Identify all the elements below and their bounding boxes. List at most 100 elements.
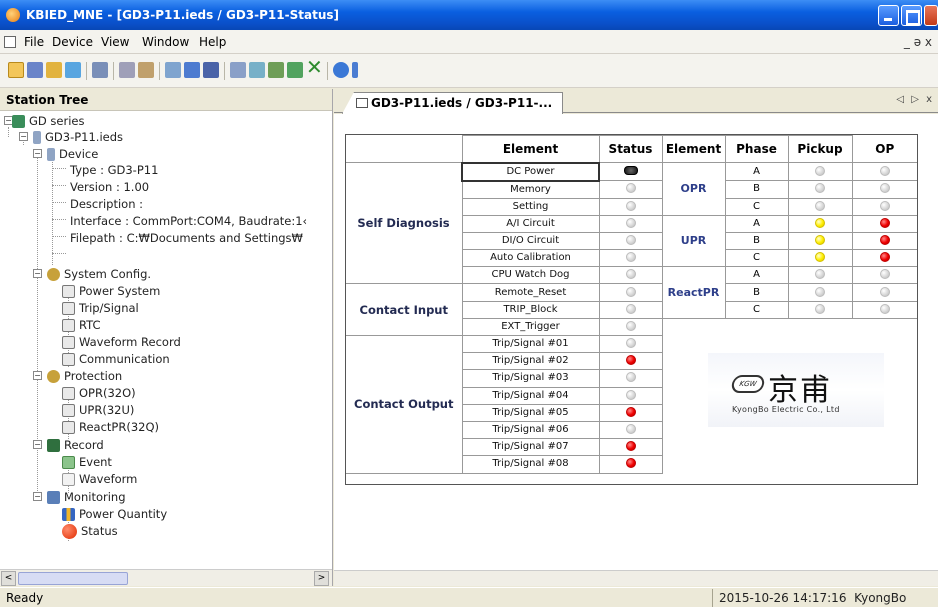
read-icon[interactable] xyxy=(165,62,181,78)
status-led xyxy=(625,372,636,383)
tab-navigation[interactable]: ◁ ▷ x xyxy=(896,94,934,105)
bar-chart-icon xyxy=(62,507,75,521)
close-button[interactable] xyxy=(924,5,938,26)
trend-icon[interactable] xyxy=(268,62,284,78)
record-icon xyxy=(47,438,60,452)
tree-view-icon[interactable] xyxy=(92,62,108,78)
collapse-toggle[interactable]: − xyxy=(33,269,42,278)
pickup-led xyxy=(815,269,825,280)
op-led xyxy=(879,165,890,176)
connect-icon[interactable] xyxy=(119,62,135,78)
tree-node-protection[interactable]: Protection xyxy=(47,368,122,384)
element-name: DC Power xyxy=(461,161,600,182)
op-cell xyxy=(851,283,917,302)
about-icon[interactable] xyxy=(333,62,349,78)
menu-help[interactable]: Help xyxy=(199,35,226,49)
waveform-icon[interactable] xyxy=(249,62,265,78)
tree-node-trip-signal[interactable]: Trip/Signal xyxy=(62,300,139,316)
header-element-protection: Element xyxy=(661,135,726,163)
collapse-toggle[interactable]: − xyxy=(33,371,42,380)
device-file-icon xyxy=(33,130,41,144)
delete-icon[interactable]: ✕ xyxy=(306,57,323,77)
op-led xyxy=(879,286,890,297)
tree-node-waveform[interactable]: Waveform xyxy=(62,471,137,487)
tree-node-communication[interactable]: Communication xyxy=(62,351,170,367)
table-row: Self Diagnosis DC Power OPR A xyxy=(346,161,917,285)
protection-reactpr: ReactPR xyxy=(661,266,726,319)
element-name: Memory xyxy=(461,180,600,199)
protection-upr: UPR xyxy=(661,214,726,268)
tree-node-description[interactable]: Description : xyxy=(70,196,143,212)
scrollbar-thumb[interactable] xyxy=(18,572,128,585)
tree-node-type[interactable]: Type : GD3-P11 xyxy=(70,162,158,178)
tree-node-opr[interactable]: OPR(32O) xyxy=(62,385,136,401)
download-icon[interactable] xyxy=(287,62,303,78)
document-icon[interactable] xyxy=(4,36,16,48)
menu-view[interactable]: View xyxy=(101,35,129,49)
status-led xyxy=(625,320,636,331)
maximize-button[interactable] xyxy=(901,5,922,26)
content-horizontal-scrollbar[interactable] xyxy=(334,570,938,586)
open-folder-icon[interactable] xyxy=(8,62,24,78)
tab-status-document[interactable]: GD3-P11.ieds / GD3-P11-... xyxy=(342,92,564,114)
status-led xyxy=(625,441,636,452)
tree-node-filepath[interactable]: Filepath : C:₩Documents and Settings₩ xyxy=(70,230,303,246)
tree-node-device-file[interactable]: GD3-P11.ieds xyxy=(33,129,123,145)
collapse-toggle[interactable]: − xyxy=(19,132,28,141)
tree-node-power-system[interactable]: Power System xyxy=(62,283,160,299)
tree-node-reactpr[interactable]: ReactPR(32Q) xyxy=(62,419,159,435)
scroll-left-icon[interactable]: < xyxy=(1,571,16,586)
tree-node-system-config[interactable]: System Config. xyxy=(47,266,151,282)
gears-icon xyxy=(47,267,60,281)
minimize-button[interactable] xyxy=(878,5,899,26)
tree-horizontal-scrollbar[interactable]: < > xyxy=(0,569,332,586)
status-led xyxy=(625,234,636,245)
header-pickup: Pickup xyxy=(787,135,853,163)
tree-node-status[interactable]: Status xyxy=(62,523,118,539)
element-status xyxy=(598,438,663,457)
pickup-led xyxy=(815,252,825,263)
write-icon[interactable] xyxy=(184,62,200,78)
menu-device[interactable]: Device xyxy=(52,35,93,49)
scroll-right-icon[interactable]: > xyxy=(314,571,329,586)
network-icon[interactable] xyxy=(65,62,81,78)
toolbar-overflow-icon[interactable] xyxy=(352,62,358,78)
op-led xyxy=(879,200,890,211)
pencil-page-icon xyxy=(62,386,75,400)
tree-node-upr[interactable]: UPR(32U) xyxy=(62,402,134,418)
element-status xyxy=(598,352,663,371)
menu-file[interactable]: File xyxy=(24,35,44,49)
pencil-page-icon xyxy=(62,420,75,434)
tree-node-gd-series[interactable]: GD series xyxy=(12,113,84,129)
tree-node-interface[interactable]: Interface : CommPort:COM4, Baudrate:1‹ xyxy=(70,213,307,229)
table-icon[interactable] xyxy=(203,62,219,78)
pickup-led xyxy=(815,234,825,245)
collapse-toggle[interactable]: − xyxy=(33,440,42,449)
pickup-cell xyxy=(787,231,853,251)
collapse-toggle[interactable]: − xyxy=(33,492,42,501)
mdi-controls[interactable]: _ ə x xyxy=(904,35,932,49)
op-led xyxy=(879,234,890,245)
menu-bar: File Device View Window Help _ ə x xyxy=(0,30,938,54)
monitor-icon xyxy=(47,490,60,504)
status-led xyxy=(625,406,636,417)
tree-node-record[interactable]: Record xyxy=(47,437,104,453)
disconnect-icon[interactable] xyxy=(138,62,154,78)
menu-window[interactable]: Window xyxy=(142,35,189,49)
collapse-toggle[interactable]: − xyxy=(33,149,42,158)
window-icon[interactable] xyxy=(230,62,246,78)
element-name: Trip/Signal #01 xyxy=(461,334,600,354)
save-icon[interactable] xyxy=(27,62,43,78)
element-status xyxy=(598,386,663,405)
tree-node-monitoring[interactable]: Monitoring xyxy=(47,489,126,505)
tree-node-event[interactable]: Event xyxy=(62,454,112,470)
tree-node-device[interactable]: Device xyxy=(47,146,98,162)
save-all-icon[interactable] xyxy=(46,62,62,78)
element-name: TRIP_Block xyxy=(461,300,600,319)
tree-node-rtc[interactable]: RTC xyxy=(62,317,101,333)
tree-node-power-quantity[interactable]: Power Quantity xyxy=(62,506,167,522)
pickup-led xyxy=(815,165,825,176)
tree-node-waveform-record[interactable]: Waveform Record xyxy=(62,334,181,350)
tree-node-version[interactable]: Version : 1.00 xyxy=(70,179,149,195)
element-name: A/I Circuit xyxy=(461,214,600,233)
